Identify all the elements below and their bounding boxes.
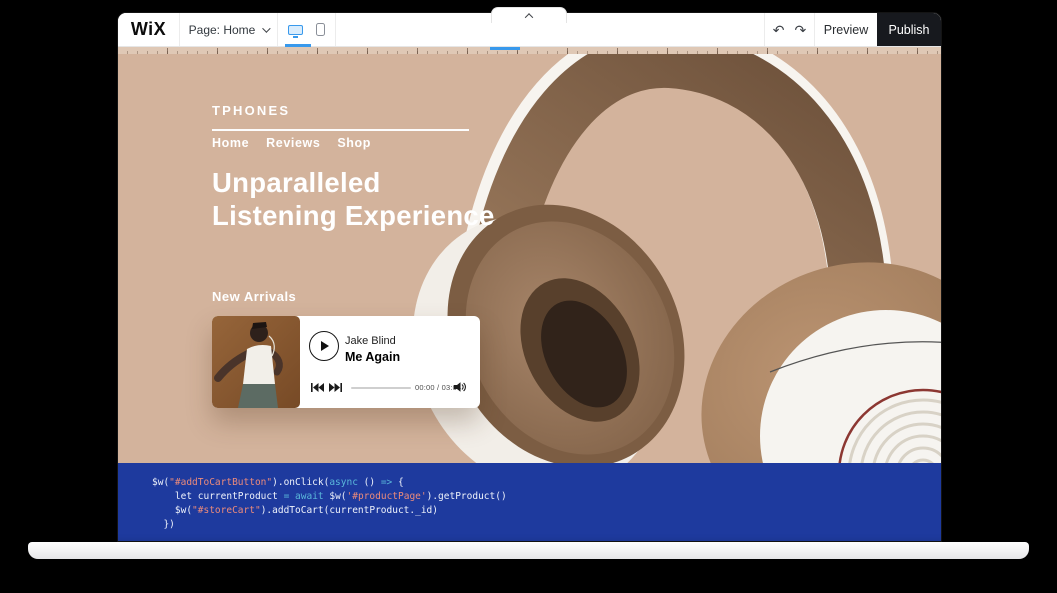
laptop-base <box>28 542 1029 559</box>
code-token: "#addToCartButton" <box>169 477 272 488</box>
next-track-icon[interactable] <box>329 383 342 392</box>
preview-button[interactable]: Preview <box>814 13 877 46</box>
code-token: $w( <box>324 491 347 502</box>
ruler <box>118 47 941 54</box>
mobile-icon[interactable] <box>316 23 325 36</box>
code-token: '#productPage' <box>347 491 427 502</box>
code-token: let currentProduct <box>152 491 284 502</box>
hero-heading: Unparalleled Listening Experience <box>212 166 495 232</box>
code-token: ).onClick( <box>272 477 329 488</box>
player-photo <box>212 316 300 408</box>
wix-logo: WiX <box>118 13 180 46</box>
play-icon <box>321 341 329 351</box>
play-button[interactable] <box>309 331 339 361</box>
chevron-up-icon <box>525 13 533 21</box>
code-token: async <box>329 477 358 488</box>
volume-icon[interactable] <box>454 382 466 392</box>
code-line: $w("#addToCartButton").onClick(async () … <box>152 476 941 490</box>
hero-line-1: Unparalleled <box>212 166 495 199</box>
device-toggle <box>278 13 336 46</box>
site-nav: Home Reviews Shop <box>212 136 371 150</box>
nav-link-home[interactable]: Home <box>212 136 249 150</box>
code-line: let currentProduct = await $w('#productP… <box>152 490 941 504</box>
redo-button[interactable]: ↷ <box>795 23 807 37</box>
code-line: $w("#storeCart").addToCart(currentProduc… <box>152 504 941 518</box>
chevron-down-icon <box>263 24 271 32</box>
code-token: }) <box>152 519 175 530</box>
track-title: Me Again <box>345 350 400 364</box>
code-token: $w( <box>152 477 169 488</box>
editor-window: WiX Page: Home ↶ ↷ Preview Publish <box>118 13 941 541</box>
page-selector[interactable]: Page: Home <box>180 13 278 46</box>
stage: WiX Page: Home ↶ ↷ Preview Publish <box>0 0 1057 593</box>
brand-divider <box>212 129 469 131</box>
publish-button[interactable]: Publish <box>877 13 941 46</box>
code-line: }) <box>152 518 941 532</box>
nav-link-shop[interactable]: Shop <box>337 136 371 150</box>
code-panel: $w("#addToCartButton").onClick(async () … <box>118 463 941 541</box>
section-label: New Arrivals <box>212 289 296 304</box>
previous-track-icon[interactable] <box>311 383 324 392</box>
track-artist: Jake Blind <box>345 335 396 347</box>
nav-link-reviews[interactable]: Reviews <box>266 136 320 150</box>
code-token: await <box>295 491 324 502</box>
history-controls: ↶ ↷ <box>764 13 814 46</box>
page-selector-label: Page: Home <box>189 23 256 37</box>
active-device-underline <box>285 44 311 47</box>
site-brand: TPHONES <box>212 103 290 118</box>
code-token: $w( <box>152 505 192 516</box>
collapse-handle[interactable] <box>491 7 567 23</box>
code-token: () <box>358 477 381 488</box>
progress-bar[interactable] <box>351 387 411 389</box>
code-token: { <box>392 477 403 488</box>
ruler-marker <box>490 47 520 50</box>
undo-button[interactable]: ↶ <box>773 23 785 37</box>
player-card: Jake Blind Me Again 00:00 / 03:04 <box>212 316 480 408</box>
desktop-icon[interactable] <box>288 25 303 35</box>
code-token: "#storeCart" <box>192 505 261 516</box>
hero-line-2: Listening Experience <box>212 199 495 232</box>
code-token: => <box>381 477 392 488</box>
code-token: ).addToCart(currentProduct._id) <box>261 505 438 516</box>
site-canvas: TPHONES Home Reviews Shop Unparalleled L… <box>118 54 941 463</box>
code-token: ).getProduct() <box>427 491 507 502</box>
